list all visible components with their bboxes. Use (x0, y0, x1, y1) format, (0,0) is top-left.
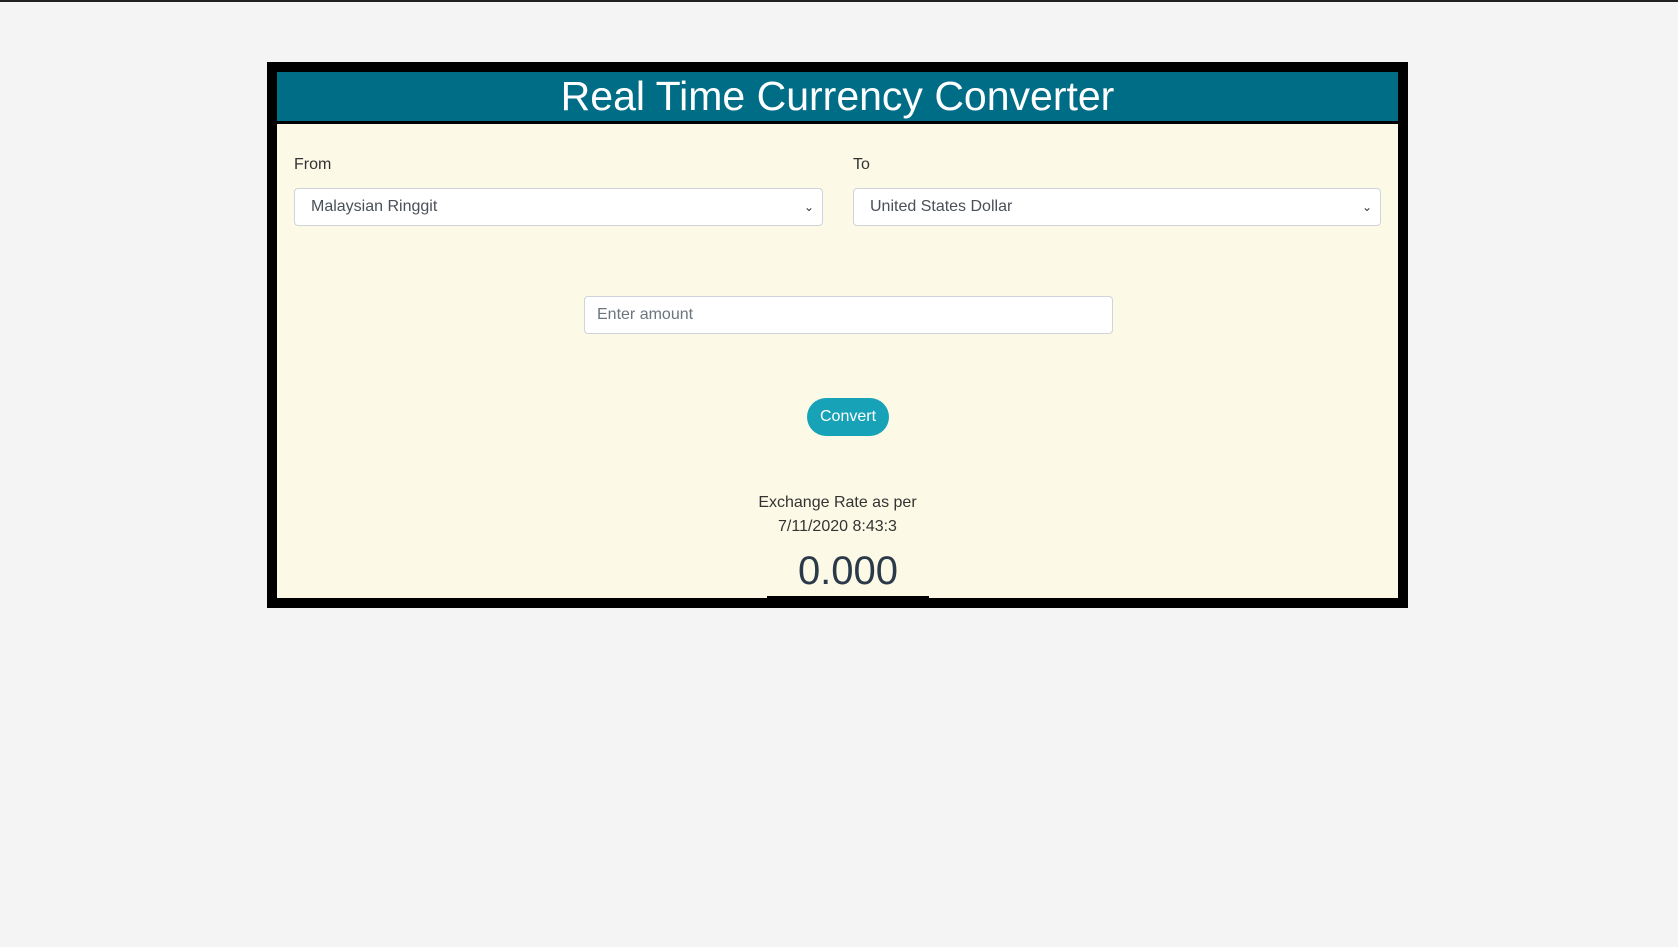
convert-button[interactable]: Convert (807, 398, 889, 436)
from-label: From (294, 156, 332, 173)
amount-input[interactable]: Enter amount (584, 296, 1113, 334)
top-edge (0, 0, 1678, 2)
converter-card: Real Time Currency Converter From Malays… (267, 62, 1408, 608)
exchange-rate-timestamp: 7/11/2020 8:43:3 (778, 518, 897, 535)
to-label: To (853, 156, 870, 173)
from-currency-select[interactable]: Malaysian Ringgit ⌄ (294, 188, 823, 226)
to-currency-select[interactable]: United States Dollar ⌄ (853, 188, 1381, 226)
chevron-down-icon: ⌄ (803, 200, 814, 214)
page-title: Real Time Currency Converter (277, 72, 1398, 124)
exchange-rate-caption: Exchange Rate as per (758, 494, 917, 511)
chevron-down-icon: ⌄ (1361, 200, 1372, 214)
converted-value: 0.000 (767, 546, 929, 598)
from-currency-value: Malaysian Ringgit (311, 198, 438, 215)
to-currency-value: United States Dollar (870, 198, 1013, 215)
